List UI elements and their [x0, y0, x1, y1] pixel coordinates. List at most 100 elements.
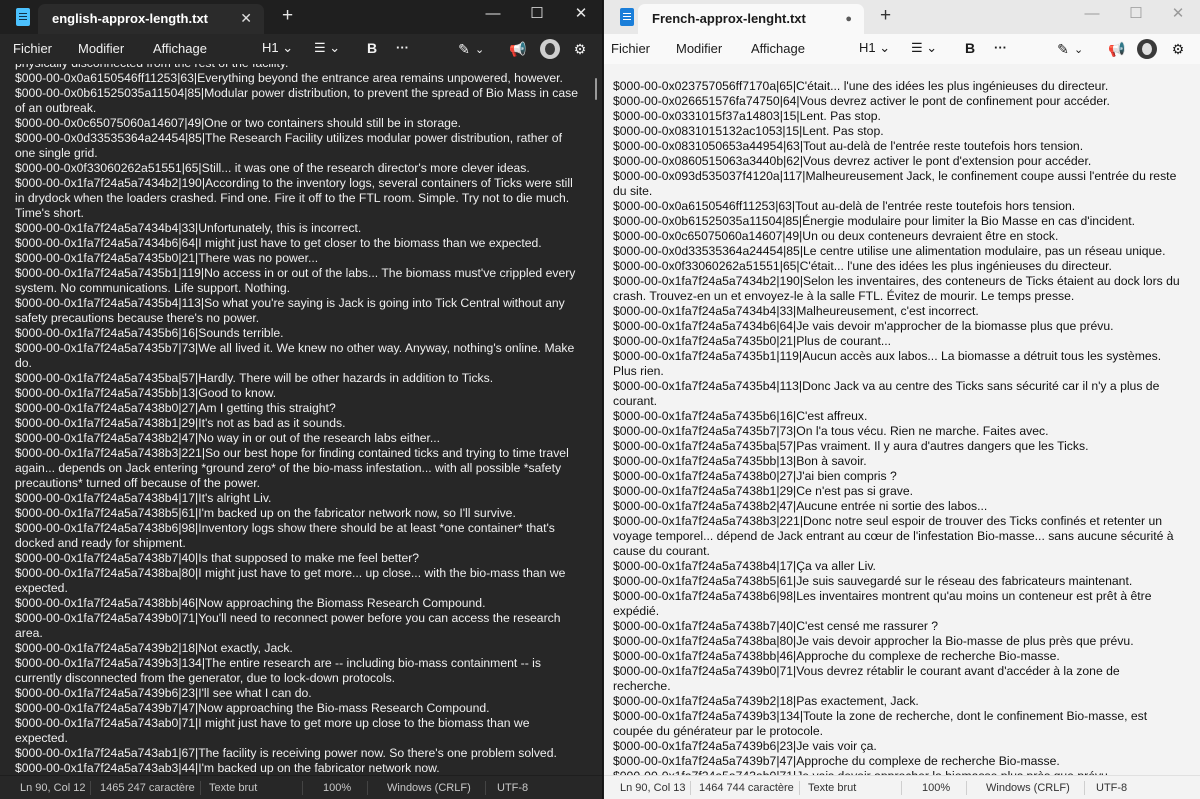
list-icon: ☰: [314, 40, 326, 55]
new-tab-button[interactable]: +: [880, 5, 891, 27]
menu-file[interactable]: Fichier: [13, 41, 52, 56]
settings-gear-icon[interactable]: ⚙: [1169, 40, 1187, 58]
editor-lines: $000-00-0x023757056ff7170a|65|C'était...…: [613, 79, 1180, 775]
text-line: $000-00-0x1fa7f24a5a7435b4|113|So what y…: [15, 296, 565, 325]
text-line: $000-00-0x0d33535364a24454|85|The Resear…: [15, 131, 562, 160]
chevron-down-icon[interactable]: ⌄: [1074, 43, 1083, 56]
heading-label: H1: [859, 40, 876, 55]
text-line: $000-00-0x1fa7f24a5a7439b3|134|Toute la …: [613, 709, 1148, 738]
chevron-down-icon: ⌄: [282, 40, 294, 55]
maximize-button[interactable]: ☐: [1114, 0, 1158, 30]
text-line: $000-00-0x1fa7f24a5a7435b1|119|Aucun acc…: [613, 349, 1162, 378]
text-line: $000-00-0x1fa7f24a5a7438b7|40|Is that su…: [15, 551, 420, 565]
text-line: $000-00-0x1fa7f24a5a7439b3|134|The entir…: [15, 656, 541, 685]
text-line: $000-00-0x1fa7f24a5a7435b6|16|C'est affr…: [613, 409, 868, 423]
close-window-button[interactable]: ✕: [1156, 0, 1200, 30]
text-line: $000-00-0x1fa7f24a5a7438b6|98|Inventory …: [15, 521, 555, 550]
bold-button[interactable]: B: [965, 40, 975, 56]
cursor-position: Ln 90, Col 13: [620, 782, 686, 794]
more-options-button[interactable]: ···: [396, 40, 409, 55]
text-line: $000-00-0x1fa7f24a5a7438bb|46|Now approa…: [15, 596, 486, 610]
text-line: $000-00-0x1fa7f24a5a7438ba|80|I might ju…: [15, 566, 566, 595]
text-editor-area[interactable]: physically disconnected from the rest of…: [0, 64, 602, 775]
text-line: $000-00-0x1fa7f24a5a7438b7|40|C'est cens…: [613, 619, 939, 633]
more-options-button[interactable]: ···: [994, 40, 1007, 55]
unsaved-indicator-icon[interactable]: ●: [845, 11, 852, 27]
text-line: $000-00-0x1fa7f24a5a7435b1|119|No access…: [15, 266, 576, 295]
chevron-down-icon: ⌄: [879, 40, 891, 55]
status-divider: [1084, 781, 1085, 795]
text-line: $000-00-0x0331015f37a14803|15|Lent. Pas …: [613, 109, 881, 123]
text-line: $000-00-0x1fa7f24a5a7434b6|64|Je vais de…: [613, 319, 1114, 333]
minimize-button[interactable]: —: [471, 0, 515, 30]
text-line: $000-00-0x1fa7f24a5a7435b4|113|Donc Jack…: [613, 379, 1160, 408]
text-line: $000-00-0x1fa7f24a5a743ab3|44|I'm backed…: [15, 761, 440, 775]
text-line: $000-00-0x1fa7f24a5a7438b3|221|So our be…: [15, 446, 569, 490]
status-bar: Ln 90, Col 12 1465 247 caractère Texte b…: [0, 775, 602, 799]
notepad-window-french: French-approx-lenght.txt ● + — ☐ ✕ Fichi…: [604, 0, 1200, 799]
notepad-window-english: english-approx-length.txt ✕ + — ☐ ✕ Fich…: [0, 0, 603, 799]
menu-edit[interactable]: Modifier: [78, 41, 124, 56]
copilot-rewrite-icon[interactable]: ✎: [1054, 40, 1072, 58]
status-divider: [200, 781, 201, 795]
tab-french-file[interactable]: French-approx-lenght.txt ●: [638, 4, 864, 34]
new-tab-button[interactable]: +: [282, 5, 293, 27]
menu-edit[interactable]: Modifier: [676, 41, 722, 56]
text-line: $000-00-0x1fa7f24a5a7438b0|27|Am I getti…: [15, 401, 336, 415]
zoom-level[interactable]: 100%: [922, 782, 950, 794]
text-line: $000-00-0x0c65075060a14607|49|One or two…: [15, 116, 462, 130]
text-line: $000-00-0x1fa7f24a5a7438b5|61|I'm backed…: [15, 506, 516, 520]
list-dropdown[interactable]: ☰ ⌄: [314, 40, 340, 56]
text-line: $000-00-0x0b61525035a11504|85|Énergie mo…: [613, 214, 1135, 228]
status-divider: [90, 781, 91, 795]
text-line: $000-00-0x1fa7f24a5a7439b0|71|Vous devre…: [613, 664, 1120, 693]
close-window-button[interactable]: ✕: [559, 0, 602, 30]
account-avatar-icon[interactable]: [1137, 39, 1157, 59]
line-ending: Windows (CRLF): [387, 782, 471, 794]
text-line: $000-00-0x1fa7f24a5a7435b6|16|Sounds ter…: [15, 326, 284, 340]
status-bar: Ln 90, Col 13 1464 744 caractère Texte b…: [604, 775, 1200, 799]
chevron-down-icon[interactable]: ⌄: [475, 43, 484, 56]
menu-file[interactable]: Fichier: [611, 41, 650, 56]
copilot-rewrite-icon[interactable]: ✎: [455, 40, 473, 58]
text-line: $000-00-0x0860515063a3440b|62|Vous devre…: [613, 154, 1092, 168]
text-line: $000-00-0x1fa7f24a5a7435b0|21|There was …: [15, 251, 319, 265]
text-line: $000-00-0x023757056ff7170a|65|C'était...…: [613, 79, 1109, 93]
settings-gear-icon[interactable]: ⚙: [571, 40, 589, 58]
scrollbar-thumb[interactable]: [595, 78, 597, 100]
maximize-button[interactable]: ☐: [515, 0, 559, 30]
text-line: $000-00-0x0a6150546ff11253|63|Tout au-de…: [613, 199, 1076, 213]
text-line: $000-00-0x0c65075060a14607|49|Un ou deux…: [613, 229, 1059, 243]
menu-view[interactable]: Affichage: [153, 41, 207, 56]
zoom-level[interactable]: 100%: [323, 782, 351, 794]
tab-title: French-approx-lenght.txt: [652, 11, 806, 26]
list-icon: ☰: [911, 40, 923, 55]
text-line: $000-00-0x1fa7f24a5a7435bb|13|Bon à savo…: [613, 454, 867, 468]
text-line: $000-00-0x1fa7f24a5a7438b4|17|It's alrig…: [15, 491, 272, 505]
tab-close-icon[interactable]: ✕: [240, 10, 252, 26]
heading-dropdown[interactable]: H1 ⌄: [859, 40, 890, 56]
announcement-icon[interactable]: 📢: [1108, 40, 1126, 58]
status-divider: [367, 781, 368, 795]
menu-view[interactable]: Affichage: [751, 41, 805, 56]
text-line: $000-00-0x1fa7f24a5a7438bb|46|Approche d…: [613, 649, 1060, 663]
text-line: $000-00-0x1fa7f24a5a7438b2|47|No way in …: [15, 431, 441, 445]
minimize-button[interactable]: —: [1070, 0, 1114, 30]
list-dropdown[interactable]: ☰ ⌄: [911, 40, 937, 56]
text-line: $000-00-0x0a6150546ff11253|63|Everything…: [15, 71, 563, 85]
text-editor-area[interactable]: $000-00-0x023757056ff7170a|65|C'était...…: [604, 64, 1200, 775]
account-avatar-icon[interactable]: [540, 39, 560, 59]
heading-dropdown[interactable]: H1 ⌄: [262, 40, 293, 56]
character-count: 1465 247 caractère: [100, 782, 195, 794]
bold-button[interactable]: B: [367, 40, 377, 56]
text-line: $000-00-0x026651576fa74750|64|Vous devre…: [613, 94, 1110, 108]
encoding: UTF-8: [497, 782, 529, 794]
text-line: $000-00-0x1fa7f24a5a7439b6|23|Je vais vo…: [613, 739, 877, 753]
text-line: physically disconnected from the rest of…: [15, 64, 580, 71]
text-line: $000-00-0x1fa7f24a5a743ab1|67|The facili…: [15, 746, 557, 760]
text-line: $000-00-0x1fa7f24a5a7438b3|221|Donc notr…: [613, 514, 1174, 558]
cursor-position: Ln 90, Col 12: [20, 782, 86, 794]
announcement-icon[interactable]: 📢: [509, 40, 527, 58]
tab-english-file[interactable]: english-approx-length.txt ✕: [38, 4, 264, 34]
status-divider: [302, 781, 303, 795]
